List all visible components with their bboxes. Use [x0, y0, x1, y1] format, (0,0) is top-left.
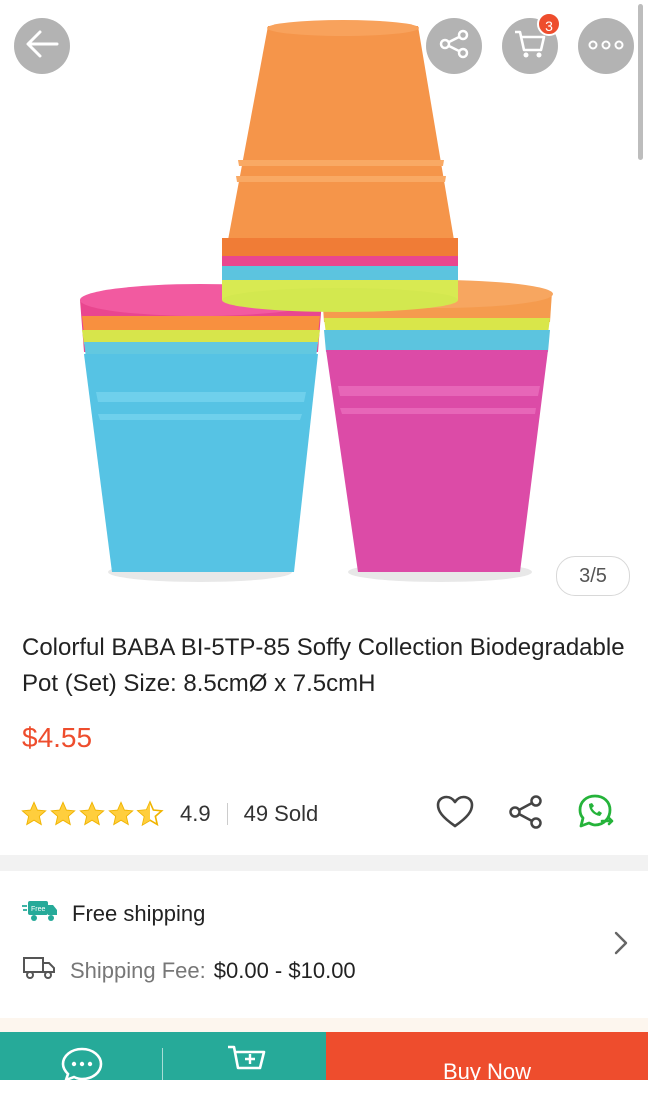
share-button[interactable]	[426, 18, 482, 74]
rating-value: 4.9	[180, 801, 211, 826]
star-icon	[21, 801, 47, 826]
product-price: $4.55	[22, 722, 93, 753]
product-image-gallery[interactable]: 3 3/5	[0, 0, 648, 612]
cart-count-badge: 3	[537, 12, 561, 36]
secondary-actions	[0, 1032, 326, 1083]
divider	[226, 803, 228, 825]
star-icon	[50, 801, 76, 826]
whatsapp-icon[interactable]	[578, 793, 620, 836]
rating-stars	[20, 800, 164, 828]
free-shipping-row: Free Free shipping	[22, 899, 205, 928]
product-photo	[80, 20, 553, 582]
sold-count: 49 Sold	[243, 801, 319, 826]
free-shipping-label: Free shipping	[72, 900, 206, 926]
back-button[interactable]	[14, 18, 70, 74]
shipping-fee-row: Shipping Fee: $0.00 - $10.00	[22, 955, 356, 986]
scrollbar[interactable]	[638, 4, 643, 160]
free-shipping-truck-icon: Free	[22, 899, 58, 928]
rating-row: 4.9 49 Sold	[20, 794, 640, 834]
bottom-action-bar: Buy Now	[0, 1032, 648, 1084]
share-icon[interactable]	[508, 794, 544, 834]
arrow-left-icon	[25, 29, 59, 64]
delivery-truck-icon	[22, 955, 56, 986]
heart-icon[interactable]	[436, 795, 474, 834]
star-half-icon	[136, 800, 164, 827]
more-dots-icon	[588, 37, 624, 55]
add-to-cart-icon[interactable]	[226, 1044, 268, 1085]
shipping-section[interactable]: Free Free shipping Shipping Fee: $0.00 -…	[0, 871, 648, 1021]
star-icon	[108, 801, 134, 826]
section-divider	[0, 855, 648, 871]
product-title: Colorful BABA BI-5TP-85 Soffy Collection…	[22, 634, 625, 697]
cart-button[interactable]: 3	[502, 12, 561, 74]
chat-icon[interactable]	[60, 1046, 104, 1085]
bottom-strip	[0, 1018, 648, 1032]
buy-now-button[interactable]: Buy Now	[326, 1032, 648, 1084]
share-icon	[438, 29, 470, 64]
star-icon	[79, 801, 105, 826]
more-button[interactable]	[578, 18, 634, 74]
image-counter: 3/5	[556, 556, 630, 596]
shipping-fee-label: Shipping Fee:	[70, 957, 206, 983]
chevron-right-icon[interactable]	[614, 931, 628, 960]
divider	[162, 1048, 163, 1080]
shipping-fee-value: $0.00 - $10.00	[213, 957, 356, 983]
free-badge: Free	[31, 906, 46, 913]
